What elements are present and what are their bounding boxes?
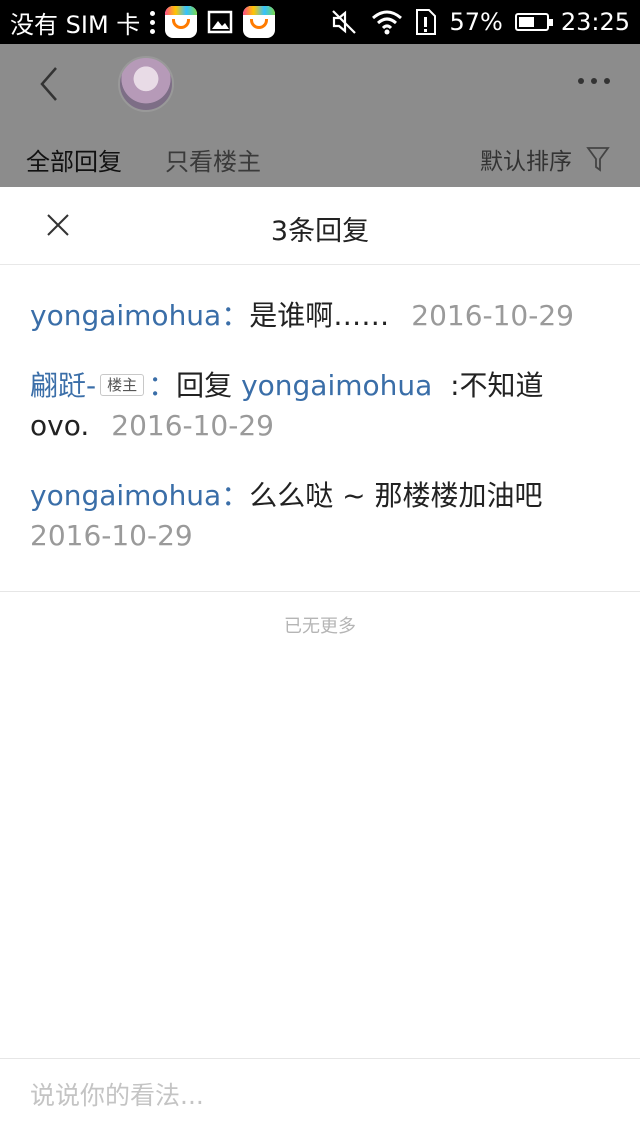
- mute-icon: [331, 9, 359, 35]
- sim-alert-icon: [415, 8, 437, 36]
- reply-date: 2016-10-29: [111, 409, 274, 442]
- reply-date: 2016-10-29: [411, 299, 574, 332]
- clock: 23:25: [560, 8, 630, 36]
- list-item[interactable]: yongaimohua：么么哒 ~ 那楼楼加油吧 2016-10-29: [30, 476, 610, 556]
- more-options-button[interactable]: [578, 78, 610, 84]
- reply-text: 是谁啊……: [249, 299, 390, 332]
- back-button[interactable]: [30, 64, 70, 104]
- reply-username[interactable]: yongaimohua: [30, 479, 221, 512]
- reply-date: 2016-10-29: [30, 519, 193, 552]
- list-item[interactable]: 翩跹- 楼主 ：回复 yongaimohua :不知道ovo. 2016-10-29: [30, 366, 610, 446]
- reply-separator: ：: [221, 479, 250, 512]
- avatar[interactable]: [118, 56, 174, 112]
- reply-text: 么么哒 ~ 那楼楼加油吧: [249, 479, 543, 512]
- comment-input[interactable]: [30, 1081, 610, 1110]
- overflow-dots-icon: [150, 10, 156, 34]
- reply-list: yongaimohua：是谁啊…… 2016-10-29 翩跹- 楼主 ：回复 yon…: [30, 296, 610, 586]
- battery-icon: [514, 13, 553, 31]
- thread-header: 全部回复 只看楼主 默认排序: [0, 44, 640, 187]
- app-notification-icon: [165, 6, 198, 38]
- owner-badge: 楼主: [100, 374, 145, 396]
- reply-username[interactable]: 翩跹-: [30, 369, 96, 402]
- sort-button[interactable]: 默认排序: [480, 142, 610, 176]
- status-bar: 没有 SIM 卡 57% 23:25: [0, 0, 640, 44]
- list-item[interactable]: yongaimohua：是谁啊…… 2016-10-29: [30, 296, 610, 336]
- filter-icon: [586, 147, 610, 172]
- comment-bar: [0, 1058, 640, 1138]
- no-more-label: 已无更多: [284, 616, 356, 637]
- reply-mention[interactable]: yongaimohua: [241, 369, 432, 402]
- tab-owner-only[interactable]: 只看楼主: [165, 142, 261, 177]
- image-notification-icon: [207, 10, 233, 34]
- carrier-label: 没有 SIM 卡: [10, 10, 141, 39]
- sort-label: 默认排序: [480, 149, 572, 175]
- reply-separator: ：: [148, 369, 177, 402]
- reply-username[interactable]: yongaimohua: [30, 299, 221, 332]
- panel-title: 3条回复: [270, 216, 370, 247]
- reply-separator: ：: [221, 299, 250, 332]
- divider: [0, 591, 640, 592]
- reply-prefix: 回复: [176, 369, 233, 402]
- replies-panel-header: 3条回复: [0, 187, 640, 265]
- wifi-icon: [371, 9, 403, 35]
- tab-all-replies[interactable]: 全部回复: [26, 142, 122, 177]
- app-notification-icon-2: [243, 6, 276, 38]
- chevron-left-icon: [40, 67, 57, 101]
- battery-percent: 57%: [449, 8, 503, 36]
